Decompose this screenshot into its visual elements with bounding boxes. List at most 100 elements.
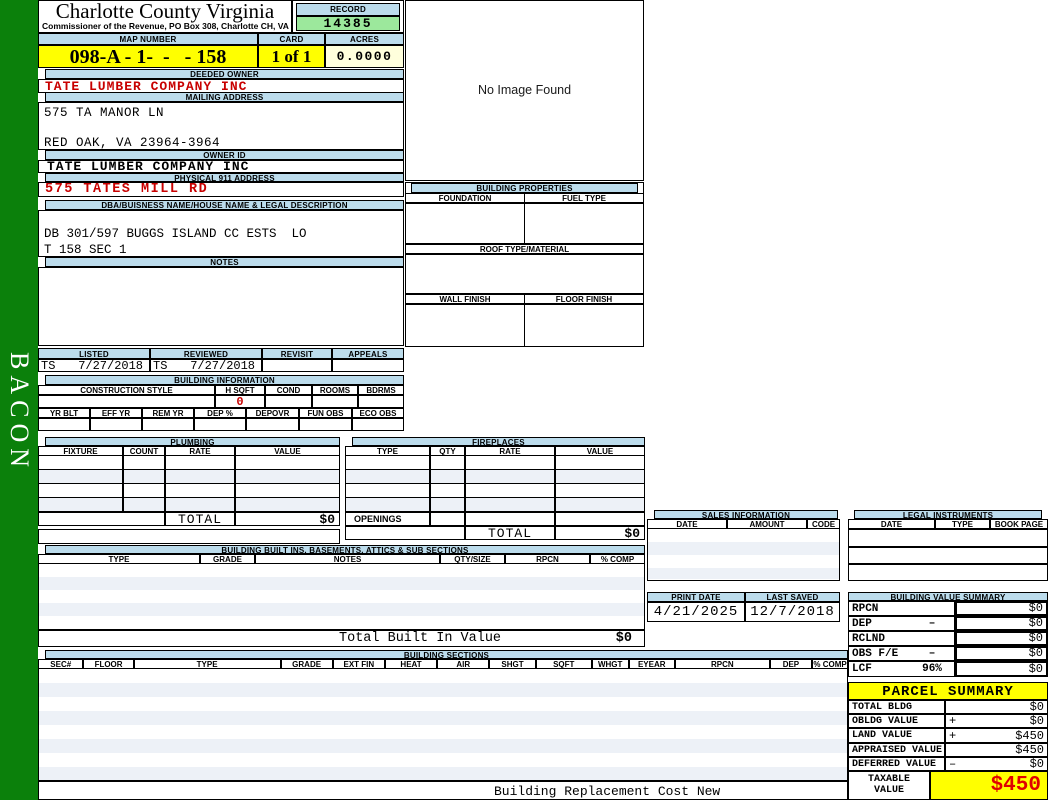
table-row — [648, 529, 839, 542]
plumbing-footer-spacer — [38, 529, 340, 544]
ps-row-value: $450 — [945, 743, 1048, 757]
li-type-header: TYPE — [935, 519, 990, 529]
fixture-header: FIXTURE — [38, 446, 123, 456]
deeded-owner-value: TATE LUMBER COMPANY INC — [38, 79, 404, 93]
roof-type-label: ROOF TYPE/MATERIAL — [405, 244, 644, 254]
fp-total-value: $0 — [555, 526, 645, 540]
construction-style-value — [38, 395, 215, 408]
table-row — [39, 711, 847, 725]
table-row — [38, 498, 340, 512]
plumbing-total-value: $0 — [235, 512, 340, 526]
dep-pct-header: DEP % — [194, 408, 246, 418]
dep-pct-value — [194, 418, 246, 431]
table-row — [848, 564, 1048, 581]
fp-total-spacer — [345, 526, 465, 540]
vs-row-value: $0 — [955, 661, 1048, 677]
deeded-owner-label: DEEDED OWNER — [45, 69, 404, 79]
fp-openings-value — [555, 512, 645, 526]
table-row — [38, 456, 340, 470]
vs-row-label: RCLND — [848, 631, 955, 646]
table-row — [39, 577, 644, 590]
hsqft-header: H SQFT — [215, 385, 265, 395]
owner-id-label: OWNER ID — [45, 150, 404, 160]
fp-openings-label: OPENINGS — [345, 512, 430, 526]
physical-address-value: 575 TATES MILL RD — [38, 182, 404, 197]
taxable-value-label: TAXABLE VALUE — [848, 771, 930, 800]
fp-value-header: VALUE — [555, 446, 645, 456]
ps-row-value: + $0 — [945, 714, 1048, 728]
notes-box — [38, 267, 404, 346]
vs-row-label: DEP – — [848, 616, 955, 631]
taxable-value-amount: $450 — [930, 771, 1048, 800]
table-row — [38, 484, 340, 498]
no-image-text: No Image Found — [477, 83, 572, 97]
floor-finish-value — [524, 304, 644, 347]
bi-type-header: TYPE — [38, 554, 200, 564]
ps-sign: + — [949, 728, 957, 743]
listed-by: TS — [41, 359, 56, 372]
ps-row-value: $0 — [945, 700, 1048, 714]
sales-date-header: DATE — [647, 519, 727, 529]
card-value: 1 of 1 — [258, 45, 325, 68]
fp-type-header: TYPE — [345, 446, 430, 456]
bs-dep-header: DEP — [769, 659, 813, 669]
county-title: Charlotte County Virginia — [55, 0, 275, 23]
floor-finish-label: FLOOR FINISH — [524, 294, 644, 304]
sidebar-strip: BACON — [0, 0, 38, 800]
map-number-value: 098-A - 1- - - 158 — [38, 45, 258, 68]
li-date-header: DATE — [848, 519, 935, 529]
ps-sign: + — [949, 714, 957, 728]
vs-sign: 96% — [922, 663, 942, 675]
last-saved-value: 12/7/2018 — [745, 602, 840, 622]
listed-value: TS 7/27/2018 — [38, 359, 150, 372]
table-row — [39, 683, 847, 697]
yrblt-value — [38, 418, 90, 431]
fireplaces-title: FIREPLACES — [352, 437, 645, 446]
replacement-cost-label: Building Replacement Cost New — [494, 784, 721, 799]
map-number-label: MAP NUMBER — [38, 33, 258, 45]
print-date-label: PRINT DATE — [647, 592, 745, 602]
ps-row-label: APPRAISED VALUE — [848, 743, 945, 757]
value-summary-title: BUILDING VALUE SUMMARY — [848, 592, 1048, 601]
ps-row-label: DEFERRED VALUE — [848, 757, 945, 771]
last-saved-label: LAST SAVED — [745, 592, 840, 602]
ps-sign: – — [949, 757, 957, 771]
table-row — [39, 753, 847, 767]
notes-label: NOTES — [45, 257, 404, 267]
dba-line1: DB 301/597 BUGGS ISLAND CC ESTS LO — [44, 227, 307, 241]
table-row — [345, 498, 645, 512]
effyr-value — [90, 418, 142, 431]
vs-sign: – — [928, 647, 936, 660]
property-photo-placeholder: No Image Found — [405, 0, 644, 181]
dba-label: DBA/BUISNESS NAME/HOUSE NAME & LEGAL DES… — [45, 200, 404, 210]
foundation-label: FOUNDATION — [405, 193, 525, 203]
roof-type-value — [405, 254, 644, 294]
listed-label: LISTED — [38, 348, 150, 359]
bi-comp-header: % COMP — [590, 554, 645, 564]
table-row — [848, 547, 1048, 564]
ps-row-label: LAND VALUE — [848, 728, 945, 743]
record-label: RECORD — [296, 3, 400, 16]
table-row — [39, 739, 847, 753]
fuel-type-label: FUEL TYPE — [524, 193, 644, 203]
plumbing-total-label: TOTAL — [165, 512, 235, 526]
vs-row-label: OBS F/E – — [848, 646, 955, 661]
listed-date: 7/27/2018 — [78, 359, 143, 372]
mailing-address-line2: RED OAK, VA 23964-3964 — [44, 136, 221, 150]
built-ins-rows — [38, 564, 645, 630]
bdrms-header: BDRMS — [358, 385, 404, 395]
table-row — [39, 725, 847, 739]
rate-header: RATE — [165, 446, 235, 456]
value-header: VALUE — [235, 446, 340, 456]
vs-row-value: $0 — [955, 601, 1048, 616]
sidebar-county-label: BACON — [5, 352, 34, 474]
built-ins-total-label: Total Built In Value — [339, 631, 502, 646]
table-row — [39, 616, 644, 629]
owner-id-value: TATE LUMBER COMPANY INC — [38, 160, 404, 173]
bi-grade-header: GRADE — [200, 554, 255, 564]
foundation-value — [405, 203, 525, 244]
ps-row-label: TOTAL BLDG VALUE — [848, 700, 945, 714]
bi-notes-header: NOTES — [255, 554, 440, 564]
table-row — [648, 555, 839, 568]
table-row — [39, 603, 644, 616]
